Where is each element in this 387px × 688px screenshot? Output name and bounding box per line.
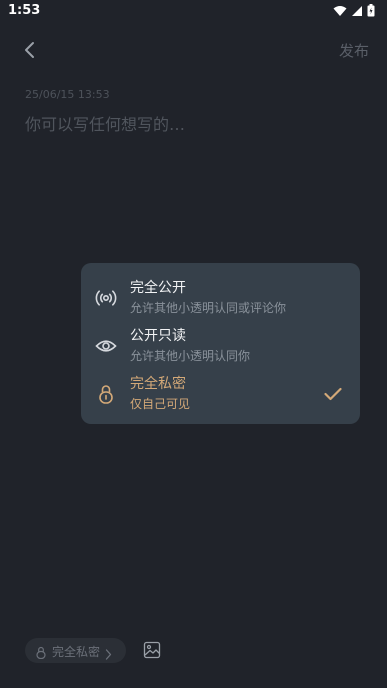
privacy-option-description: 允许其他小透明认同或评论你	[130, 301, 287, 315]
privacy-option-public[interactable]: 完全公开 允许其他小透明认同或评论你	[81, 273, 360, 323]
privacy-option-description: 仅自己可见	[130, 397, 191, 411]
signal-icon	[351, 5, 363, 17]
lock-icon	[95, 383, 117, 405]
image-icon	[143, 641, 161, 659]
battery-icon	[367, 4, 375, 17]
eye-icon	[95, 335, 117, 357]
checkmark-icon	[324, 386, 342, 401]
privacy-chip-label: 完全私密	[52, 645, 101, 659]
privacy-option-description: 允许其他小透明认同你	[130, 349, 251, 363]
wifi-icon	[333, 5, 347, 17]
status-bar: 1:53	[0, 0, 387, 22]
note-editor[interactable]: 你可以写任何想写的…	[25, 111, 185, 135]
privacy-option-title: 完全公开	[130, 280, 186, 296]
chevron-left-icon	[25, 42, 34, 58]
privacy-option-private[interactable]: 完全私密 仅自己可见	[81, 369, 360, 419]
lock-icon	[35, 644, 47, 663]
privacy-menu: 完全公开 允许其他小透明认同或评论你 公开只读 允许其他小透明认同你 完全私密 …	[81, 263, 360, 424]
privacy-chip[interactable]: 完全私密	[25, 638, 126, 663]
publish-button[interactable]: 发布	[339, 40, 369, 61]
status-time: 1:53	[8, 3, 41, 18]
back-button[interactable]	[18, 38, 42, 62]
image-button[interactable]	[143, 641, 161, 659]
note-timestamp: 25/06/15 13:53	[25, 88, 110, 101]
privacy-option-read-only[interactable]: 公开只读 允许其他小透明认同你	[81, 321, 360, 371]
broadcast-icon	[95, 287, 117, 309]
privacy-option-title: 完全私密	[130, 376, 186, 392]
chevron-right-icon	[105, 645, 112, 664]
privacy-option-title: 公开只读	[130, 328, 186, 344]
status-icons	[333, 4, 375, 17]
